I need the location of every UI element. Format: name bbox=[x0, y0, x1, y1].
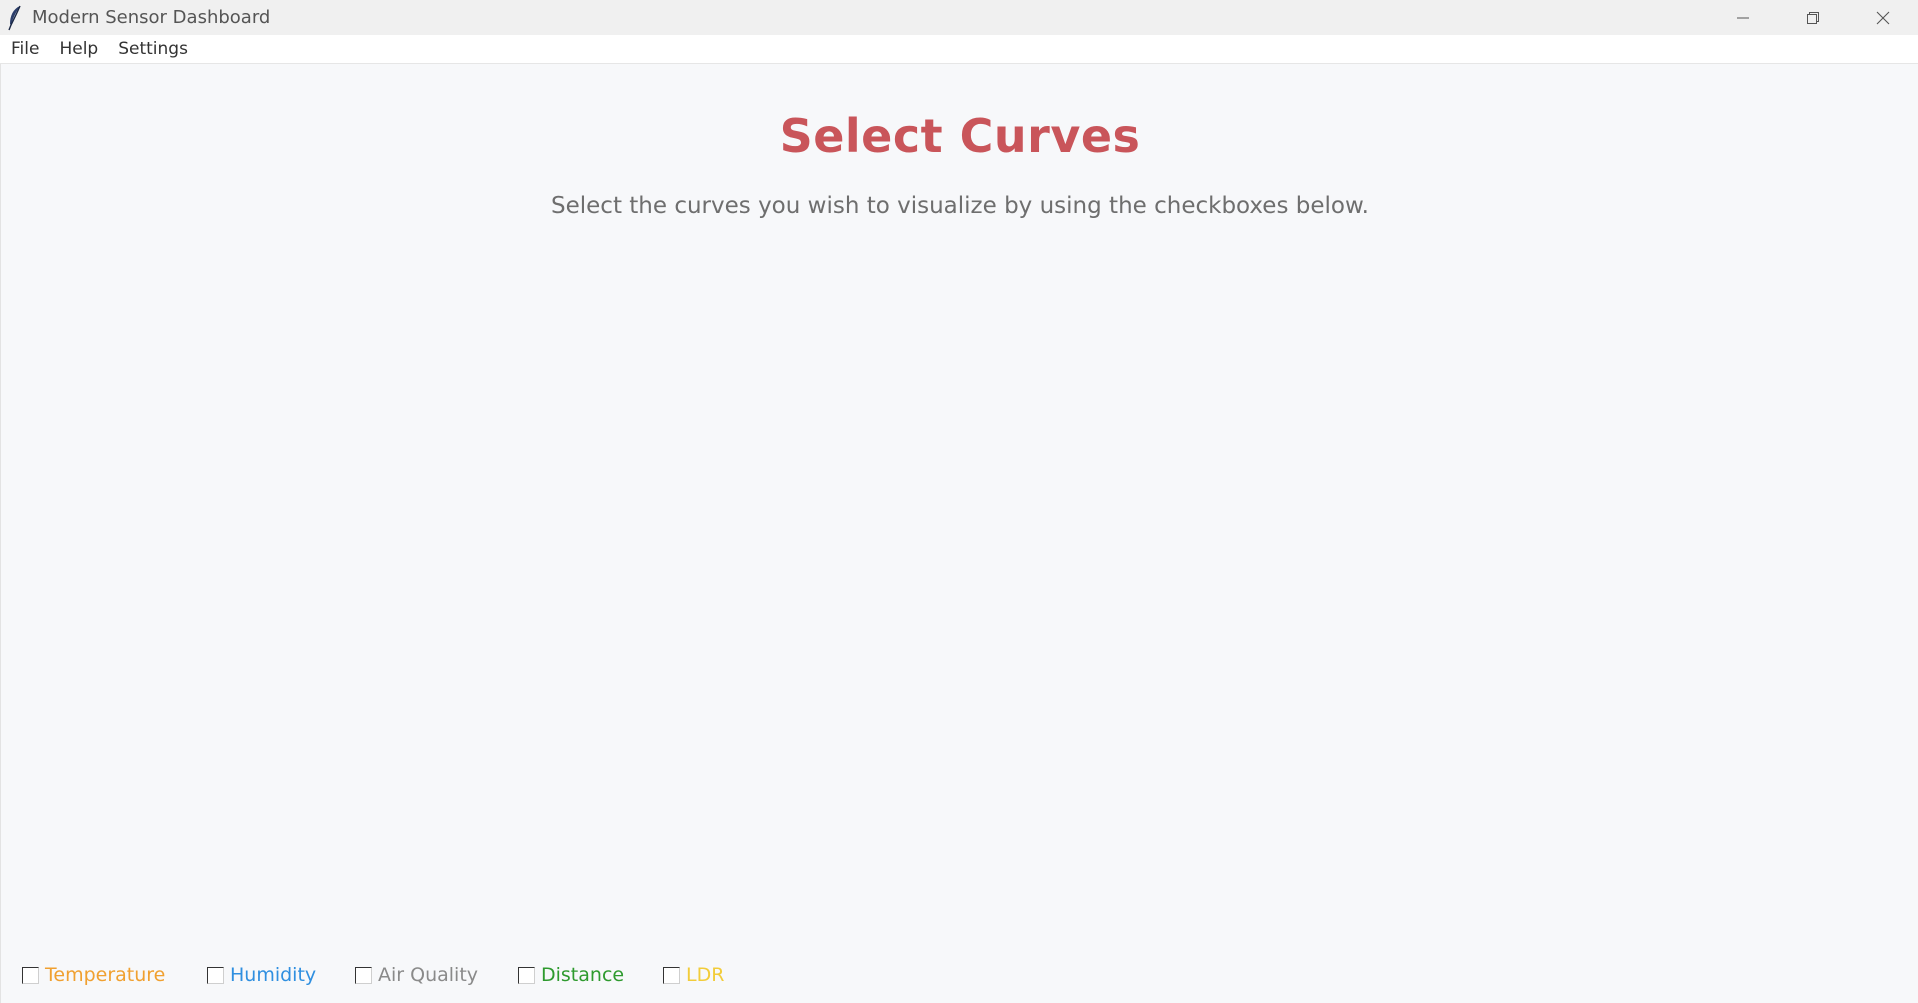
checkbox-label-humidity: Humidity bbox=[230, 964, 317, 986]
minimize-button[interactable] bbox=[1708, 0, 1778, 35]
page-title: Select Curves bbox=[779, 109, 1141, 163]
close-icon bbox=[1876, 11, 1890, 24]
menu-file[interactable]: File bbox=[0, 35, 49, 64]
menu-settings[interactable]: Settings bbox=[108, 35, 198, 64]
checkbox-humidity[interactable]: Humidity bbox=[207, 960, 316, 990]
checkbox-box[interactable] bbox=[22, 966, 39, 984]
menu-help[interactable]: Help bbox=[49, 35, 108, 64]
checkbox-label-distance: Distance bbox=[541, 964, 625, 986]
checkbox-distance[interactable]: Distance bbox=[518, 960, 624, 990]
main-content: Select Curves Select the curves you wish… bbox=[0, 64, 1918, 1003]
checkbox-box[interactable] bbox=[207, 966, 224, 984]
checkbox-label-temperature: Temperature bbox=[45, 964, 166, 986]
restore-icon bbox=[1807, 11, 1819, 24]
title-bar: Modern Sensor Dashboard bbox=[0, 0, 1918, 35]
feather-icon bbox=[4, 5, 26, 31]
minimize-icon bbox=[1737, 17, 1749, 18]
checkbox-label-ldr: LDR bbox=[686, 964, 725, 986]
window-title: Modern Sensor Dashboard bbox=[32, 7, 271, 28]
window-controls bbox=[1708, 0, 1918, 35]
checkbox-label-air-quality: Air Quality bbox=[378, 964, 479, 986]
checkbox-air-quality[interactable]: Air Quality bbox=[355, 960, 478, 990]
close-button[interactable] bbox=[1848, 0, 1918, 35]
curve-checkbox-row: Temperature Humidity Air Quality Distanc… bbox=[0, 960, 1918, 990]
checkbox-box[interactable] bbox=[518, 966, 535, 984]
checkbox-box[interactable] bbox=[663, 966, 680, 984]
app-window: Modern Sensor Dashboard File Help Settin… bbox=[0, 0, 1918, 1003]
menu-bar: File Help Settings bbox=[0, 35, 1918, 64]
restore-button[interactable] bbox=[1778, 0, 1848, 35]
checkbox-ldr[interactable]: LDR bbox=[663, 960, 724, 990]
checkbox-temperature[interactable]: Temperature bbox=[22, 960, 165, 990]
checkbox-box[interactable] bbox=[355, 966, 372, 984]
page-subtitle: Select the curves you wish to visualize … bbox=[551, 193, 1369, 219]
